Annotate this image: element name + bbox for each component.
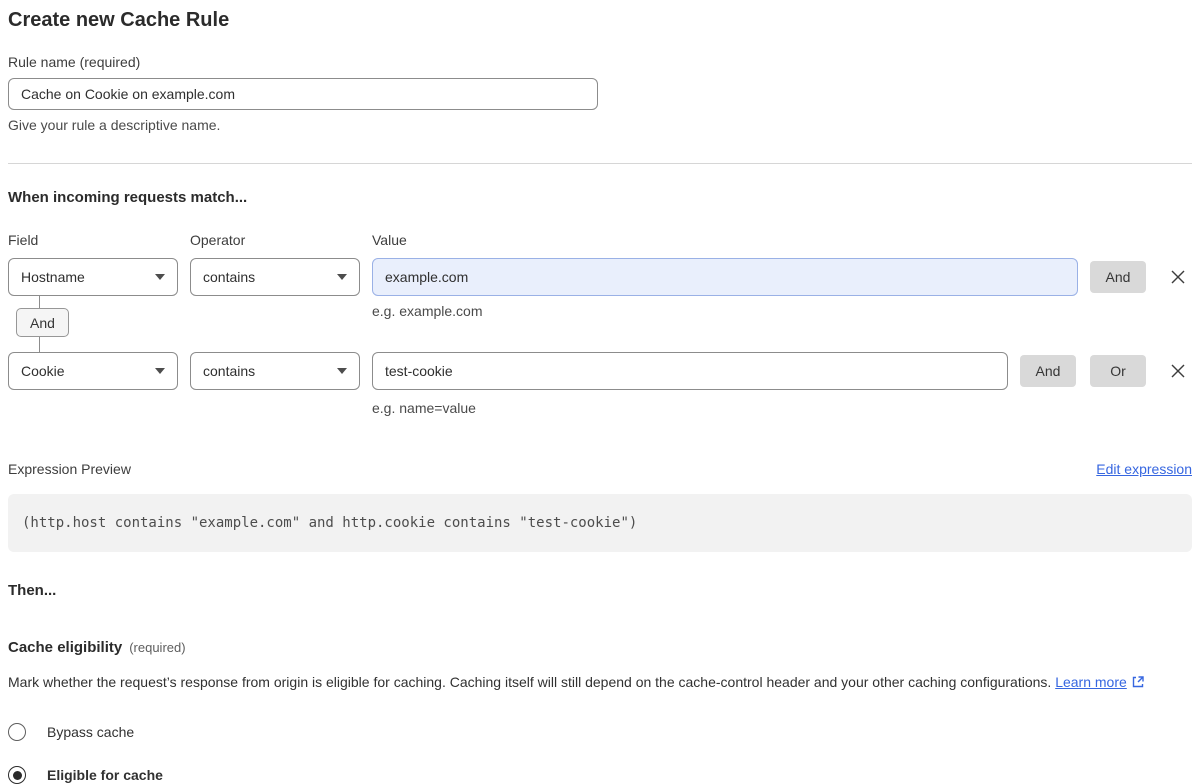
operator-select-1-value: contains bbox=[203, 269, 255, 285]
rule-name-label: Rule name (required) bbox=[8, 54, 1192, 70]
connector-and-button[interactable]: And bbox=[16, 308, 69, 337]
matcher-section: Field Operator Value Hostname contains A… bbox=[8, 232, 1192, 416]
radio-label: Eligible for cache bbox=[47, 767, 163, 783]
page-title: Create new Cache Rule bbox=[8, 8, 1192, 32]
learn-more-link[interactable]: Learn more bbox=[1055, 674, 1127, 690]
description-text: Mark whether the request’s response from… bbox=[8, 674, 1051, 690]
required-note: (required) bbox=[129, 640, 185, 655]
close-icon bbox=[1170, 363, 1186, 379]
external-link-icon bbox=[1131, 671, 1145, 697]
between-rows-band: And e.g. example.com bbox=[8, 296, 1192, 352]
field-select-2[interactable]: Cookie bbox=[8, 352, 178, 390]
value-input-1[interactable] bbox=[372, 258, 1078, 296]
radio-dot bbox=[13, 771, 22, 780]
chevron-down-icon bbox=[155, 368, 165, 374]
remove-row-button[interactable] bbox=[1166, 359, 1190, 383]
matcher-column-labels: Field Operator Value bbox=[8, 232, 1192, 248]
radio-label: Bypass cache bbox=[47, 724, 134, 740]
rule-name-input[interactable] bbox=[8, 78, 598, 110]
chevron-down-icon bbox=[155, 274, 165, 280]
row-1-buttons: And bbox=[1090, 261, 1146, 293]
matcher-heading: When incoming requests match... bbox=[8, 189, 1192, 206]
operator-column-label: Operator bbox=[190, 232, 360, 248]
expression-code-block: (http.host contains "example.com" and ht… bbox=[8, 494, 1192, 552]
field-column-label: Field bbox=[8, 232, 178, 248]
radio-option-bypass-cache[interactable]: Bypass cache bbox=[8, 723, 1192, 741]
rule-name-helper: Give your rule a descriptive name. bbox=[8, 117, 1192, 133]
edit-expression-link[interactable]: Edit expression bbox=[1096, 461, 1192, 477]
radio-unselected-icon[interactable] bbox=[8, 723, 26, 741]
expression-preview-label: Expression Preview bbox=[8, 461, 131, 477]
field-select-1-value: Hostname bbox=[21, 269, 85, 285]
value-column-label: Value bbox=[372, 232, 407, 248]
field-select-2-value: Cookie bbox=[21, 363, 65, 379]
match-row-1: Hostname contains And bbox=[8, 258, 1192, 296]
expression-header: Expression Preview Edit expression bbox=[8, 461, 1192, 477]
field-select-1[interactable]: Hostname bbox=[8, 258, 178, 296]
match-row-2: Cookie contains And Or bbox=[8, 352, 1192, 390]
section-divider bbox=[8, 163, 1192, 164]
value-input-2[interactable] bbox=[372, 352, 1008, 390]
radio-selected-icon[interactable] bbox=[8, 766, 26, 784]
radio-option-eligible-for-cache[interactable]: Eligible for cache bbox=[8, 766, 1192, 784]
then-heading: Then... bbox=[8, 582, 1192, 599]
cache-eligibility-heading: Cache eligibility bbox=[8, 639, 122, 656]
create-cache-rule-page: Create new Cache Rule Rule name (require… bbox=[0, 0, 1200, 784]
chevron-down-icon bbox=[337, 274, 347, 280]
remove-row-button[interactable] bbox=[1166, 265, 1190, 289]
rule-name-group: Rule name (required) Give your rule a de… bbox=[8, 54, 1192, 133]
chevron-down-icon bbox=[337, 368, 347, 374]
close-icon bbox=[1170, 269, 1186, 285]
operator-select-2[interactable]: contains bbox=[190, 352, 360, 390]
operator-select-1[interactable]: contains bbox=[190, 258, 360, 296]
operator-select-2-value: contains bbox=[203, 363, 255, 379]
row-2-buttons: And Or bbox=[1020, 355, 1146, 387]
cache-eligibility-description: Mark whether the request’s response from… bbox=[8, 669, 1192, 697]
value-hint-2: e.g. name=value bbox=[372, 400, 1192, 416]
value-hint-1: e.g. example.com bbox=[372, 303, 483, 319]
cache-eligibility-heading-row: Cache eligibility (required) bbox=[8, 639, 1192, 656]
add-and-button[interactable]: And bbox=[1020, 355, 1076, 387]
matcher-rows: Hostname contains And bbox=[8, 258, 1192, 416]
add-or-button[interactable]: Or bbox=[1090, 355, 1146, 387]
add-and-button[interactable]: And bbox=[1090, 261, 1146, 293]
